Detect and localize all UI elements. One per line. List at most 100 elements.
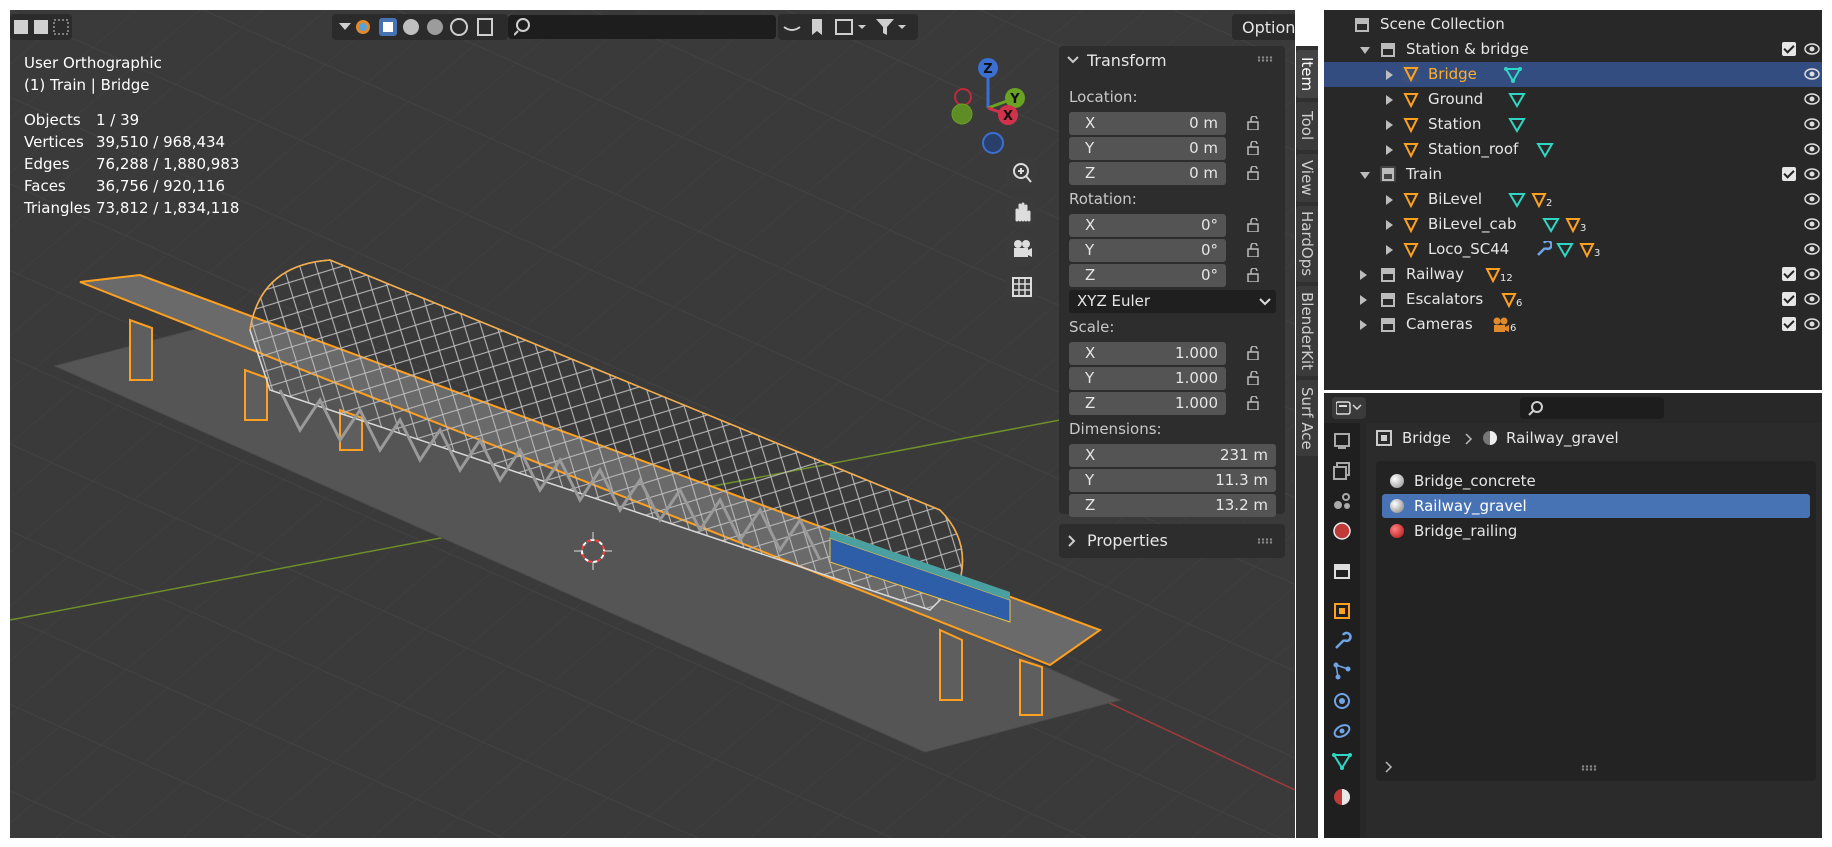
chevron-right-icon[interactable] <box>1360 320 1367 330</box>
exclude-checkbox[interactable] <box>1782 267 1796 281</box>
rotation-mode-select[interactable]: XYZ Euler <box>1069 290 1276 313</box>
lock-icon[interactable] <box>1247 371 1263 385</box>
tab-hardops[interactable]: HardOps <box>1296 206 1318 282</box>
constraints-icon[interactable] <box>1332 721 1352 741</box>
pan-button[interactable] <box>1005 194 1039 228</box>
outliner-row-train[interactable]: Train <box>1324 162 1822 187</box>
lock-icon[interactable] <box>1247 396 1263 410</box>
view-layer-icon[interactable] <box>1332 461 1352 481</box>
eye-icon[interactable] <box>1804 293 1820 305</box>
viewport-search-input[interactable] <box>508 15 776 39</box>
location-x-field[interactable]: X 0 m <box>1069 112 1226 135</box>
material-slot[interactable]: Bridge_railing <box>1382 519 1810 543</box>
tab-blenderkit[interactable]: BlenderKit <box>1296 286 1318 376</box>
viewport-shading-group[interactable] <box>332 14 508 40</box>
exclude-checkbox[interactable] <box>1782 42 1796 56</box>
drag-handle-icon[interactable] <box>1257 538 1273 544</box>
wrench-icon[interactable] <box>1534 241 1552 259</box>
chevron-right-icon[interactable] <box>1360 295 1367 305</box>
location-y-field[interactable]: Y 0 m <box>1069 137 1226 160</box>
chevron-right-icon[interactable] <box>1386 195 1393 205</box>
options-dropdown[interactable]: Options <box>1232 14 1295 40</box>
mesh-data-icon[interactable] <box>1508 91 1526 109</box>
drag-handle-icon[interactable] <box>1581 765 1597 771</box>
outliner-scene-collection[interactable]: Scene Collection <box>1324 12 1822 37</box>
outliner-row-station-bridge[interactable]: Station & bridge <box>1324 37 1822 62</box>
transform-title[interactable]: Transform <box>1087 51 1167 70</box>
dimension-y-field[interactable]: Y 11.3 m <box>1069 469 1276 492</box>
eye-icon[interactable] <box>1804 93 1820 105</box>
world-icon[interactable] <box>1332 521 1352 541</box>
lock-icon[interactable] <box>1247 346 1263 360</box>
perspective-toggle-button[interactable] <box>1005 270 1039 304</box>
location-z-field[interactable]: Z 0 m <box>1069 162 1226 185</box>
scale-y-field[interactable]: Y 1.000 <box>1069 367 1226 390</box>
properties-subpanel[interactable]: Properties <box>1059 524 1285 558</box>
eye-icon[interactable] <box>1804 218 1820 230</box>
exclude-checkbox[interactable] <box>1782 292 1796 306</box>
physics-icon[interactable] <box>1332 691 1352 711</box>
dimension-z-field[interactable]: Z 13.2 m <box>1069 494 1276 517</box>
properties-search-input[interactable] <box>1520 397 1664 419</box>
eye-icon[interactable] <box>1804 318 1820 330</box>
rotation-y-field[interactable]: Y 0° <box>1069 239 1226 262</box>
chevron-right-icon[interactable] <box>1384 761 1394 773</box>
eye-icon[interactable] <box>1804 143 1820 155</box>
outliner-row-loco-sc44[interactable]: Loco_SC44 3 <box>1324 237 1822 262</box>
exclude-checkbox[interactable] <box>1782 167 1796 181</box>
mesh-data-icon[interactable] <box>1508 191 1526 209</box>
lock-icon[interactable] <box>1247 166 1263 180</box>
outliner-row-bilevel-cab[interactable]: BiLevel_cab 3 <box>1324 212 1822 237</box>
chevron-right-icon[interactable] <box>1386 245 1393 255</box>
rotation-x-field[interactable]: X 0° <box>1069 214 1226 237</box>
tab-tool[interactable]: Tool <box>1296 102 1318 150</box>
tab-surf-ace[interactable]: Surf Ace <box>1296 380 1318 456</box>
chevron-right-icon[interactable] <box>1386 95 1393 105</box>
mesh-data-icon[interactable] <box>1504 66 1522 84</box>
camera-icon[interactable] <box>1492 316 1510 334</box>
rotation-z-field[interactable]: Z 0° <box>1069 264 1226 287</box>
tab-item[interactable]: Item <box>1296 50 1318 98</box>
mesh-data-icon[interactable] <box>1332 751 1352 771</box>
mesh-data-icon[interactable] <box>1556 241 1574 259</box>
eye-icon[interactable] <box>1804 193 1820 205</box>
lock-icon[interactable] <box>1247 218 1263 232</box>
modifier-wrench-icon[interactable] <box>1332 631 1352 651</box>
lock-icon[interactable] <box>1247 268 1263 282</box>
chevron-down-icon[interactable] <box>1067 54 1079 66</box>
lock-icon[interactable] <box>1247 116 1263 130</box>
chevron-down-icon[interactable] <box>1360 172 1370 179</box>
lock-icon[interactable] <box>1247 141 1263 155</box>
eye-icon[interactable] <box>1804 243 1820 255</box>
particles-icon[interactable] <box>1332 661 1352 681</box>
mesh-data-icon[interactable] <box>1536 141 1554 159</box>
scale-z-field[interactable]: Z 1.000 <box>1069 392 1226 415</box>
outliner-row-station[interactable]: Station <box>1324 112 1822 137</box>
zoom-button[interactable] <box>1005 156 1039 190</box>
camera-view-button[interactable] <box>1005 232 1039 266</box>
tab-view[interactable]: View <box>1296 154 1318 202</box>
material-slot-selected[interactable]: Railway_gravel <box>1382 494 1810 518</box>
outliner-row-escalators[interactable]: Escalators 6 <box>1324 287 1822 312</box>
eye-icon[interactable] <box>1804 43 1820 55</box>
eye-icon[interactable] <box>1804 268 1820 280</box>
outliner-row-ground[interactable]: Ground <box>1324 87 1822 112</box>
collection-properties-icon[interactable] <box>1332 561 1352 581</box>
mesh-data-icon[interactable] <box>1508 116 1526 134</box>
eye-icon[interactable] <box>1804 118 1820 130</box>
scale-x-field[interactable]: X 1.000 <box>1069 342 1226 365</box>
material-slot[interactable]: Bridge_concrete <box>1382 469 1810 493</box>
chevron-right-icon[interactable] <box>1386 145 1393 155</box>
eye-icon[interactable] <box>1804 68 1820 80</box>
mesh-data-icon[interactable] <box>1542 216 1560 234</box>
scene-icon[interactable] <box>1332 491 1352 511</box>
dimension-x-field[interactable]: X 231 m <box>1069 444 1276 467</box>
outliner-row-station-roof[interactable]: Station_roof <box>1324 137 1822 162</box>
select-mode-buttons[interactable] <box>10 14 72 40</box>
outliner-row-railway[interactable]: Railway 12 <box>1324 262 1822 287</box>
object-properties-icon[interactable] <box>1332 601 1352 621</box>
viewport-overlay-group[interactable] <box>778 14 918 40</box>
output-properties-icon[interactable] <box>1332 431 1352 451</box>
lock-icon[interactable] <box>1247 243 1263 257</box>
eye-icon[interactable] <box>1804 168 1820 180</box>
